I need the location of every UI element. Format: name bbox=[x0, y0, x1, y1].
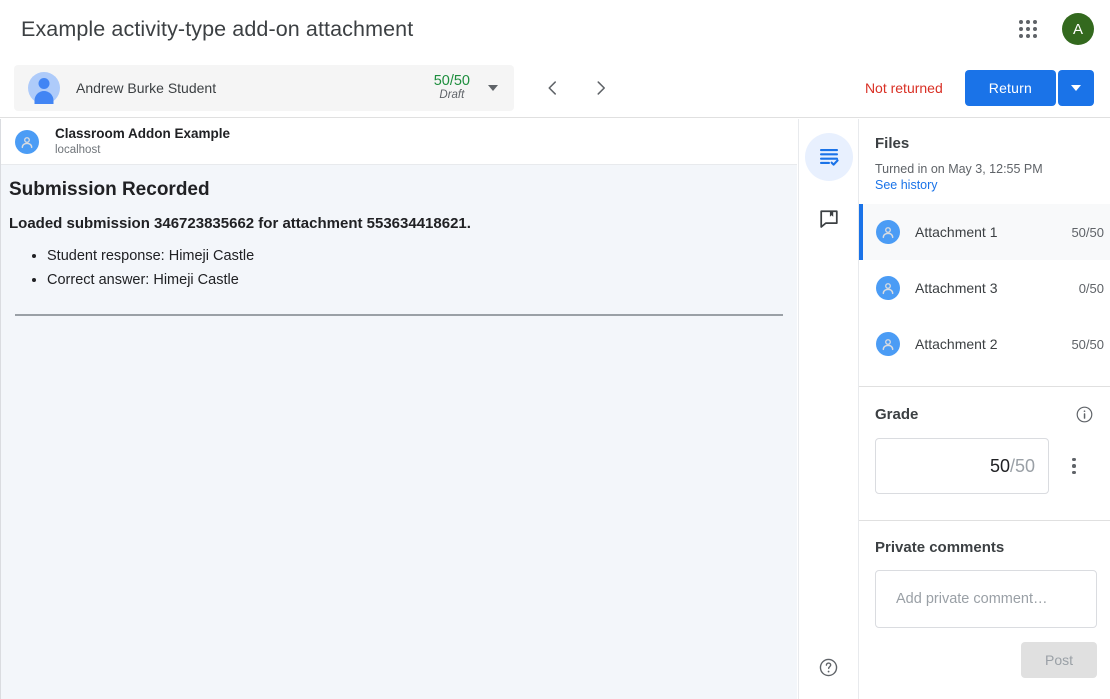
chevron-down-icon[interactable] bbox=[488, 85, 498, 91]
grading-sidebar: Files Turned in on May 3, 12:55 PM See h… bbox=[858, 119, 1110, 699]
grade-section: Grade 50/50 bbox=[859, 387, 1110, 494]
files-section: Files Turned in on May 3, 12:55 PM See h… bbox=[859, 119, 1110, 192]
files-title: Files bbox=[875, 135, 1094, 152]
submission-paragraph: Loaded submission 346723835662 for attac… bbox=[9, 215, 791, 232]
attachment-list: Attachment 1 50/50 Attachment 3 0/50 bbox=[859, 204, 1110, 372]
submission-heading: Submission Recorded bbox=[9, 179, 791, 201]
classroom-addon-logo-icon bbox=[876, 332, 900, 356]
attachment-score: 50/50 bbox=[1071, 225, 1110, 240]
private-comment-input[interactable]: Add private comment… bbox=[875, 570, 1097, 628]
grade-max: /50 bbox=[1010, 456, 1035, 477]
info-icon[interactable] bbox=[1075, 405, 1094, 424]
attachment-row-3[interactable]: Attachment 2 50/50 bbox=[859, 316, 1110, 372]
student-name: Andrew Burke Student bbox=[76, 80, 216, 96]
grade-input-row: 50/50 bbox=[875, 438, 1094, 494]
attachment-row-1[interactable]: Attachment 1 50/50 bbox=[859, 204, 1110, 260]
student-avatar-icon bbox=[28, 72, 60, 104]
top-app-bar: Example activity-type add-on attachment … bbox=[0, 0, 1110, 58]
attachment-score: 50/50 bbox=[1071, 337, 1110, 352]
grade-value: 50 bbox=[990, 456, 1010, 477]
return-button-group: Return bbox=[965, 70, 1094, 106]
addon-host: localhost bbox=[55, 143, 230, 157]
grade-input[interactable]: 50/50 bbox=[875, 438, 1049, 494]
attachment-label: Attachment 1 bbox=[915, 224, 998, 240]
return-options-chevron-down-icon[interactable] bbox=[1058, 70, 1094, 106]
assignment-icon[interactable] bbox=[805, 133, 853, 181]
comment-bookmark-icon[interactable] bbox=[805, 195, 853, 243]
page-title: Example activity-type add-on attachment bbox=[21, 17, 413, 42]
student-selector[interactable]: Andrew Burke Student 50/50 Draft bbox=[14, 65, 514, 111]
help-icon[interactable] bbox=[809, 647, 849, 687]
classroom-addon-logo-icon bbox=[15, 130, 39, 154]
kebab-menu-icon[interactable] bbox=[1059, 451, 1089, 481]
attachment-label: Attachment 2 bbox=[915, 336, 998, 352]
see-history-link[interactable]: See history bbox=[875, 178, 1094, 192]
addon-content: Submission Recorded Loaded submission 34… bbox=[1, 165, 797, 699]
side-icon-rail bbox=[798, 119, 858, 699]
return-actions: Not returned Return bbox=[865, 70, 1094, 106]
addon-header: Classroom Addon Example localhost bbox=[1, 119, 797, 165]
student-grade-value: 50/50 bbox=[434, 73, 470, 90]
attachment-label: Attachment 3 bbox=[915, 280, 998, 296]
list-item: Student response: Himeji Castle bbox=[47, 244, 791, 268]
classroom-addon-logo-icon bbox=[876, 276, 900, 300]
chevron-left-icon[interactable] bbox=[532, 68, 572, 108]
addon-name: Classroom Addon Example bbox=[55, 126, 230, 143]
student-grade-summary: 50/50 Draft bbox=[434, 73, 474, 103]
grade-title: Grade bbox=[875, 406, 918, 423]
chevron-right-icon[interactable] bbox=[581, 68, 621, 108]
content-divider bbox=[15, 314, 783, 316]
list-item: Correct answer: Himeji Castle bbox=[47, 268, 791, 292]
attachment-score: 0/50 bbox=[1079, 281, 1110, 296]
return-status-text: Not returned bbox=[865, 80, 943, 96]
addon-iframe-panel: Classroom Addon Example localhost Submis… bbox=[0, 119, 797, 699]
submission-details-list: Student response: Himeji Castle Correct … bbox=[47, 244, 791, 292]
private-comments-section: Private comments Add private comment… Po… bbox=[859, 521, 1110, 678]
post-comment-button[interactable]: Post bbox=[1021, 642, 1097, 678]
turned-in-timestamp: Turned in on May 3, 12:55 PM bbox=[875, 162, 1094, 176]
attachment-row-2[interactable]: Attachment 3 0/50 bbox=[859, 260, 1110, 316]
post-row: Post bbox=[875, 642, 1097, 678]
grade-header: Grade bbox=[875, 405, 1094, 424]
addon-identity: Classroom Addon Example localhost bbox=[55, 126, 230, 157]
account-avatar[interactable]: A bbox=[1062, 13, 1094, 45]
student-toolbar: Andrew Burke Student 50/50 Draft Not ret… bbox=[0, 58, 1110, 118]
apps-grid-icon[interactable] bbox=[1008, 9, 1048, 49]
return-button[interactable]: Return bbox=[965, 70, 1056, 106]
top-bar-actions: A bbox=[1008, 9, 1094, 49]
classroom-addon-logo-icon bbox=[876, 220, 900, 244]
private-comments-title: Private comments bbox=[875, 539, 1094, 556]
student-grade-state: Draft bbox=[434, 89, 470, 102]
